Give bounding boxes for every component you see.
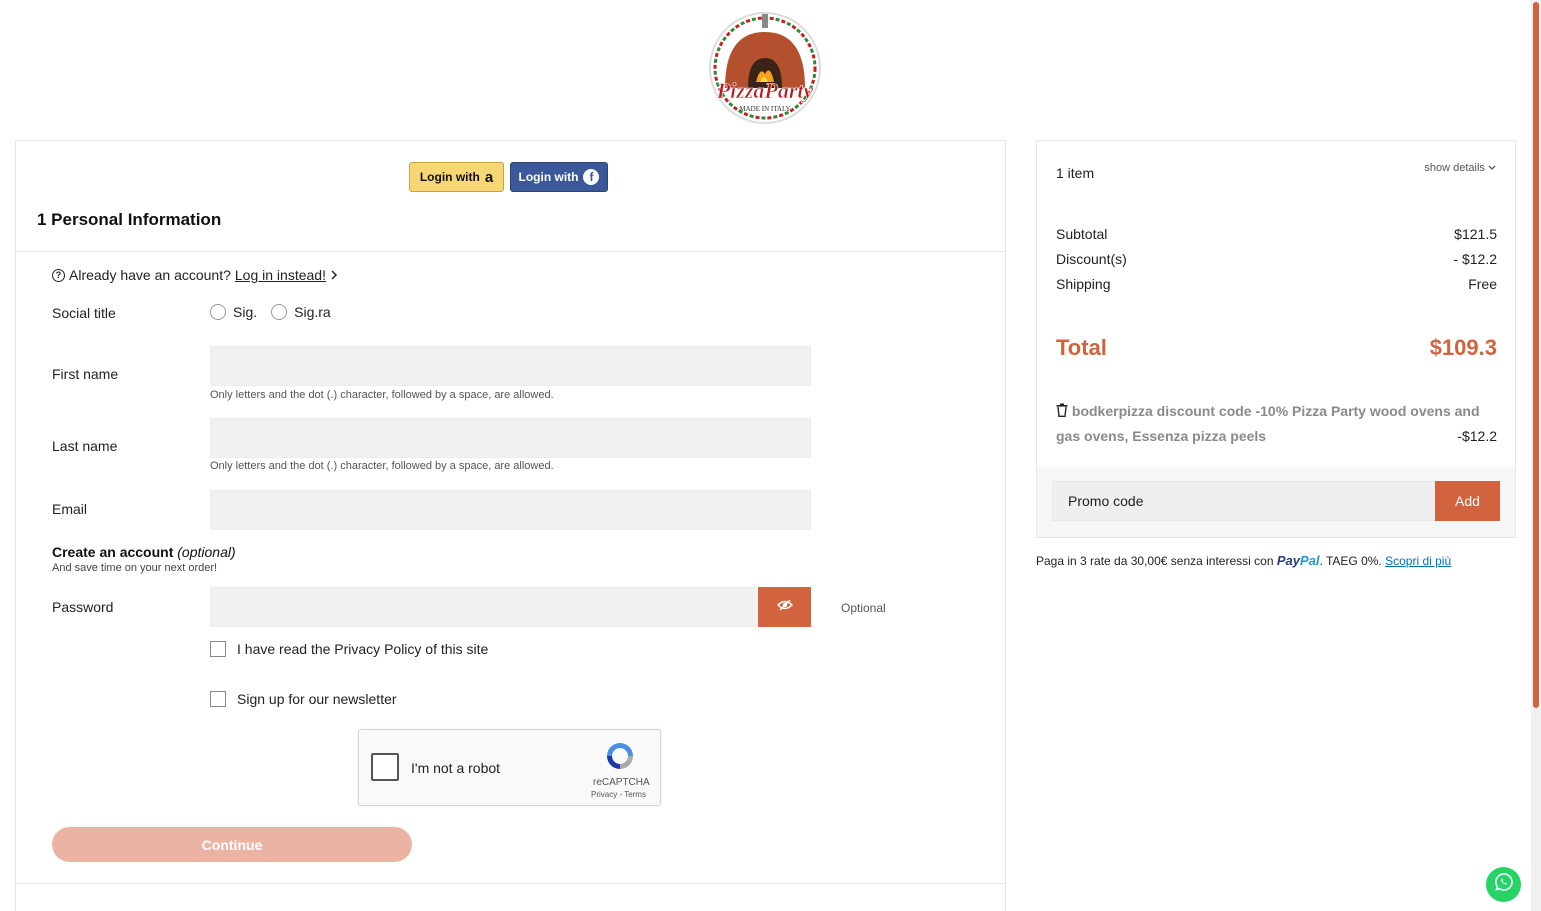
last-name-field[interactable] [210, 418, 811, 458]
account-prompt: ? Already have an account? Log in instea… [52, 267, 338, 283]
radio-sigra[interactable] [271, 304, 288, 320]
section-divider [16, 883, 1005, 884]
email-field[interactable] [210, 490, 811, 530]
show-details-label: show details [1424, 162, 1485, 174]
login-with-amazon-button[interactable]: Login with a [409, 162, 504, 192]
discount-label: Discount(s) [1056, 251, 1127, 267]
discount-row: Discount(s) - $12.2 [1056, 251, 1497, 267]
recaptcha-label: I'm not a robot [411, 760, 501, 776]
paypal-installments-message: Paga in 3 rate da 30,00€ senza interessi… [1036, 553, 1451, 568]
step-title: 1 Personal Information [37, 210, 222, 229]
trash-icon[interactable] [1056, 403, 1072, 419]
checkout-form-panel: Login with a Login with f 1 Personal Inf… [15, 140, 1006, 911]
shipping-label: Shipping [1056, 276, 1111, 292]
password-label: Password [52, 599, 114, 615]
total-label: Total [1056, 335, 1107, 360]
create-account-title: Create an account (optional) [52, 544, 236, 560]
promo-code-area: Promo code Add [1037, 467, 1515, 537]
recaptcha-checkbox[interactable] [371, 753, 399, 781]
svg-text:MADE IN ITALY: MADE IN ITALY [739, 105, 790, 113]
total-row: Total $109.3 [1056, 335, 1497, 361]
privacy-policy-row[interactable]: I have read the Privacy Policy of this s… [210, 641, 488, 657]
scrollbar-thumb[interactable] [1533, 2, 1539, 708]
discount-code-amount: -$12.2 [1457, 428, 1497, 444]
show-details-toggle[interactable]: show details [1424, 162, 1496, 174]
create-account-heading: Create an account [52, 544, 174, 560]
newsletter-row[interactable]: Sign up for our newsletter [210, 691, 397, 707]
first-name-field[interactable] [210, 346, 811, 386]
social-title-label: Social title [52, 305, 116, 321]
newsletter-checkbox[interactable] [210, 691, 226, 707]
account-prompt-text: Already have an account? [69, 267, 231, 283]
radio-sig-label: Sig. [233, 304, 258, 320]
social-title-radio-group: Sig. Sig.ra [210, 304, 331, 320]
svg-text:PizzaParty: PizzaParty [716, 78, 814, 103]
create-account-optional: (optional) [177, 544, 236, 560]
recaptcha-brand: reCAPTCHA [593, 777, 650, 788]
facebook-icon: f [583, 169, 600, 185]
paypal-suffix: . TAEG 0%. [1319, 554, 1382, 568]
amazon-login-label: Login with [419, 170, 480, 184]
chevron-down-icon [1488, 162, 1496, 174]
email-label: Email [52, 501, 88, 517]
login-with-facebook-button[interactable]: Login with f [510, 162, 608, 192]
order-summary-panel: 1 item show details Subtotal $121.5 Disc… [1036, 140, 1516, 538]
subtotal-value: $121.5 [1454, 226, 1497, 242]
paypal-message-text: Paga in 3 rate da 30,00€ senza interessi… [1036, 554, 1274, 568]
last-name-label: Last name [52, 438, 118, 454]
amazon-icon: a [484, 168, 494, 186]
paypal-learn-more-link[interactable]: Scopri di più [1385, 554, 1451, 568]
cart-items-count: 1 item [1056, 165, 1095, 181]
site-logo[interactable]: PizzaParty MADE IN ITALY [680, 10, 850, 130]
continue-button[interactable]: Continue [52, 827, 412, 862]
subtotal-label: Subtotal [1056, 226, 1108, 242]
discount-code-text: bodkerpizza discount code -10% Pizza Par… [1056, 403, 1480, 444]
shipping-row: Shipping Free [1056, 276, 1497, 292]
total-value: $109.3 [1429, 335, 1497, 360]
radio-sigra-label: Sig.ra [294, 304, 331, 320]
recaptcha-icon [604, 740, 636, 772]
question-circle-icon: ? [52, 268, 65, 282]
first-name-hint: Only letters and the dot (.) character, … [210, 389, 554, 401]
password-optional-note: Optional [841, 601, 886, 615]
whatsapp-icon [1494, 872, 1514, 897]
create-account-subtitle: And save time on your next order! [52, 562, 218, 574]
discount-value: - $12.2 [1453, 251, 1497, 267]
recaptcha-widget: I'm not a robot reCAPTCHA Privacy - Term… [358, 729, 661, 806]
last-name-hint: Only letters and the dot (.) character, … [210, 460, 554, 472]
whatsapp-chat-button[interactable] [1486, 867, 1521, 902]
privacy-policy-checkbox[interactable] [210, 641, 226, 657]
subtotal-row: Subtotal $121.5 [1056, 226, 1497, 242]
paypal-logo-part1: Pay [1276, 553, 1300, 568]
password-visibility-button[interactable] [758, 587, 811, 627]
privacy-policy-label: I have read the Privacy Policy of this s… [237, 641, 489, 657]
first-name-label: First name [52, 366, 119, 382]
recaptcha-terms-links[interactable]: Privacy - Terms [591, 790, 646, 799]
step-divider [16, 251, 1005, 252]
social-login-group: Login with a Login with f [409, 162, 608, 192]
radio-sig[interactable] [210, 304, 226, 320]
facebook-login-label: Login with [518, 170, 579, 184]
shipping-value: Free [1468, 276, 1497, 292]
applied-discount: bodkerpizza discount code -10% Pizza Par… [1056, 399, 1497, 449]
password-field[interactable] [210, 587, 759, 627]
promo-code-input[interactable]: Promo code [1052, 481, 1437, 521]
eye-slash-icon [776, 598, 793, 616]
paypal-logo-part2: Pal [1299, 553, 1320, 568]
radio-option-sigra[interactable]: Sig.ra [271, 304, 331, 320]
chevron-right-icon [330, 267, 338, 283]
paypal-logo: PayPal [1277, 553, 1320, 568]
radio-option-sig[interactable]: Sig. [210, 304, 257, 320]
login-instead-link[interactable]: Log in instead! [235, 267, 326, 283]
promo-add-button[interactable]: Add [1435, 481, 1500, 521]
newsletter-label: Sign up for our newsletter [237, 691, 397, 707]
page-scrollbar[interactable] [1531, 0, 1541, 911]
